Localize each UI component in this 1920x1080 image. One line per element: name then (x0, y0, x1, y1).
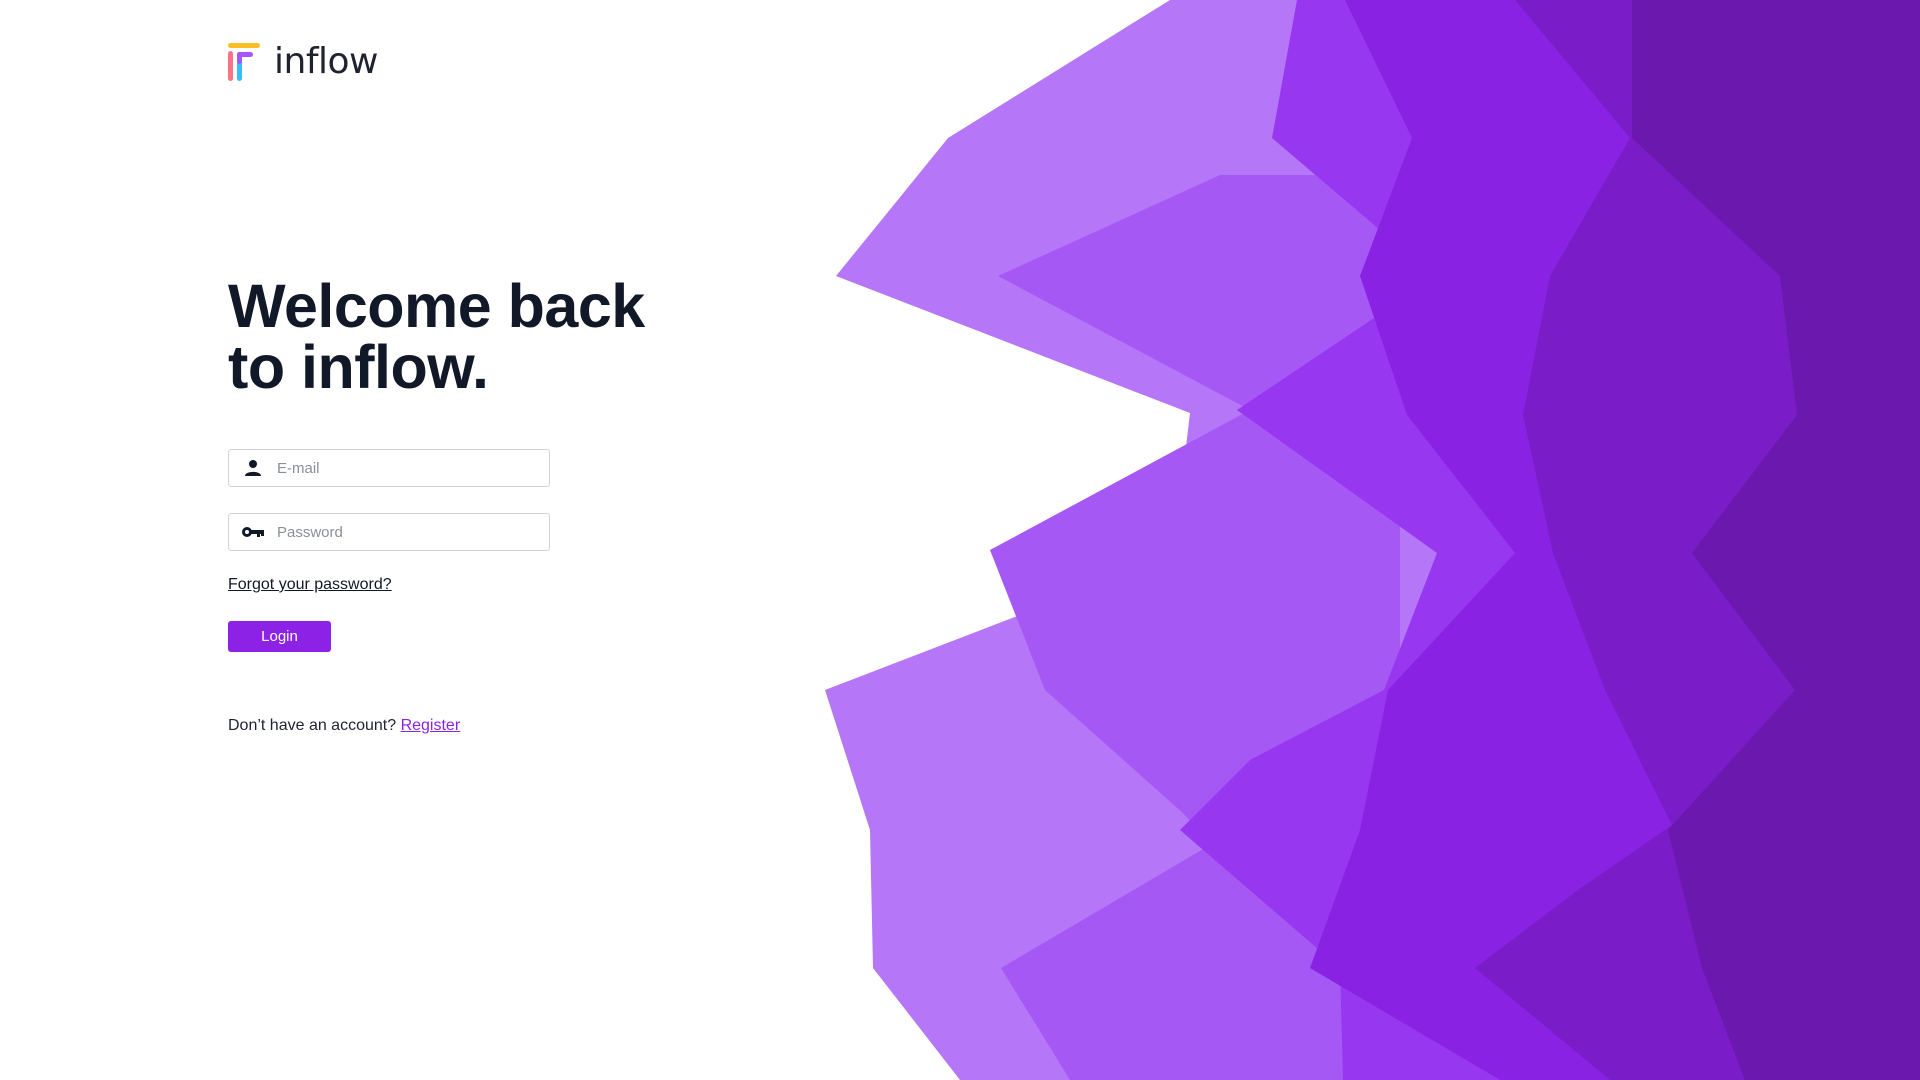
login-button[interactable]: Login (228, 621, 331, 652)
brand-logo[interactable]: inflow (228, 40, 378, 84)
email-field[interactable] (228, 449, 550, 487)
register-prompt-text: Don’t have an account? (228, 717, 397, 734)
forgot-password-link[interactable]: Forgot your password? (228, 576, 392, 594)
email-input[interactable] (277, 453, 537, 483)
register-prompt: Don’t have an account? Register (228, 717, 460, 735)
key-icon (229, 513, 277, 551)
page-title-line-2: to inflow. (228, 333, 489, 401)
person-icon (229, 449, 277, 487)
page-title-line-1: Welcome back (228, 272, 645, 340)
register-link[interactable]: Register (401, 717, 461, 734)
login-page: inflow Welcome back to inflow. Forgot yo… (0, 0, 1920, 1080)
password-input[interactable] (277, 517, 537, 547)
page-title: Welcome back to inflow. (228, 276, 748, 398)
password-field[interactable] (228, 513, 550, 551)
inflow-logo-icon (228, 43, 260, 81)
brand-name: inflow (274, 41, 378, 82)
